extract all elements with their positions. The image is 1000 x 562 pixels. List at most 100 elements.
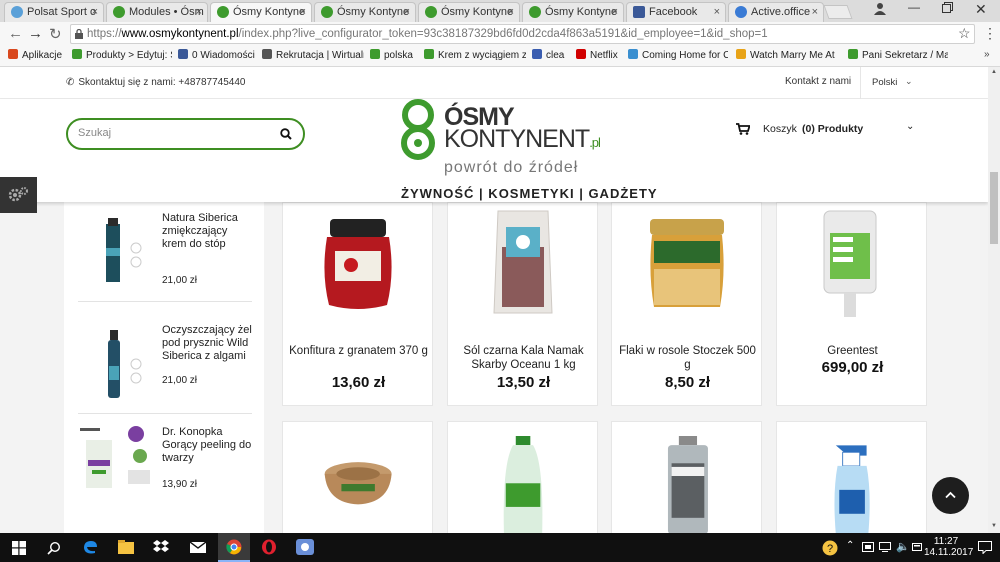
forward-arrow-icon[interactable]: → [28,25,43,42]
reload-icon[interactable]: ↻ [49,25,62,43]
windows-taskbar: ? ⌃ 🔈 11:27 14.11.2017 [0,533,1000,562]
bookmark-label: Produkty > Edytuj: Sc [86,50,172,61]
menu-dots-icon[interactable]: ⋮ [983,25,997,42]
tab-close-icon[interactable]: × [196,3,202,21]
sidebar-product[interactable]: Oczyszczający żel pod prysznic Wild Sibe… [78,314,252,414]
product-card[interactable] [447,421,598,533]
network-icon[interactable] [879,542,891,552]
product-name[interactable]: Flaki w rosole Stoczek 500 g [616,344,759,372]
chrome-taskbar-button[interactable] [218,533,250,562]
tab-close-icon[interactable]: × [812,3,818,21]
chevron-down-icon[interactable]: ⌄ [905,76,913,87]
back-arrow-icon[interactable]: ← [8,25,23,42]
bookmarks-overflow-icon[interactable]: » [984,49,990,60]
product-card[interactable] [776,421,927,533]
tab-title: Ósmy Kontyne [545,6,618,18]
gear-icon [8,187,28,202]
language-select[interactable]: Polski [872,77,897,88]
browser-tab[interactable]: Polsat Sport o × [4,2,104,22]
new-tab-button[interactable] [823,5,853,19]
product-name[interactable]: Sól czarna Kala Namak Skarby Oceanu 1 kg [452,344,595,372]
tab-title: Modules • Ósm [129,6,204,18]
sidebar-product-name[interactable]: Oczyszczający żel pod prysznic Wild Sibe… [162,324,254,363]
windows-start-icon[interactable] [12,541,26,555]
theme-configurator-button[interactable] [0,177,37,213]
chrome-icon [226,539,242,555]
close-window-icon[interactable]: ✕ [975,1,987,18]
bookmark-item[interactable]: clea [532,49,572,61]
tab-close-icon[interactable]: × [612,3,618,21]
category-menu[interactable]: ŻYWNOŚĆ | KOSMETYKI | GADŻETY [401,186,658,201]
edge-browser-icon[interactable] [82,539,98,555]
search-icon[interactable] [47,541,61,555]
browser-tab-active[interactable]: Ósmy Kontyne × [210,2,312,22]
product-card[interactable]: Sól czarna Kala Namak Skarby Oceanu 1 kg… [447,202,598,406]
bookmark-item[interactable]: Krem z wyciągiem z p [424,49,526,61]
help-icon[interactable]: ? [822,540,838,556]
search-icon[interactable] [280,128,292,140]
notification-icon[interactable] [978,541,992,554]
search-input[interactable]: Szukaj [78,127,111,139]
product-card[interactable] [282,421,433,533]
tab-title: Polsat Sport o [27,6,97,18]
tray-expand-icon[interactable]: ⌃ [846,540,854,551]
product-name[interactable]: Konfitura z granatem 370 g [287,344,430,358]
tab-close-icon[interactable]: × [404,3,410,21]
logo-tagline: powrót do źródeł [444,159,579,176]
sidebar-product[interactable]: Dr. Konopka Gorący peeling do twarzy 13,… [78,416,252,516]
file-explorer-icon[interactable] [118,540,134,554]
product-card[interactable]: Greentest 699,00 zł [776,202,927,406]
taskbar-clock[interactable]: 11:27 14.11.2017 [924,536,973,558]
bookmark-item[interactable]: Produkty > Edytuj: Sc [72,49,172,61]
maximize-icon[interactable] [942,2,953,16]
profile-icon[interactable] [874,2,886,19]
url-input[interactable]: https://www.osmykontynent.pl/index.php?l… [70,24,975,44]
scroll-down-arrow-icon[interactable]: ▼ [991,523,997,529]
minimize-icon[interactable]: — [908,0,920,14]
tray-app-icon[interactable] [862,542,874,552]
scrollbar-thumb[interactable] [990,172,998,244]
product-card[interactable]: Konfitura z granatem 370 g 13,60 zł [282,202,433,406]
logo-text-line2[interactable]: KONTYNENT.pl [444,125,601,154]
app-icon[interactable] [296,539,314,555]
page-viewport: ✆ Skontaktuj się z nami: +48787745440 Kon… [0,67,988,533]
mail-icon[interactable] [190,542,206,553]
bookmark-star-icon[interactable]: ☆ [958,25,971,42]
cart-widget[interactable]: Koszyk (0) Produkty ⌄ [736,121,916,137]
logo-eight-icon[interactable] [401,99,435,161]
sidebar-product-name[interactable]: Natura Siberica zmiękczający krem do stó… [162,212,254,251]
tab-close-icon[interactable]: × [508,3,514,21]
page-scrollbar[interactable]: ▲ ▼ [988,67,1000,533]
bookmark-item[interactable]: polska [370,49,420,61]
bookmark-item[interactable]: Netflix [576,49,624,61]
keyboard-icon[interactable] [912,543,922,551]
product-card[interactable] [611,421,762,533]
tab-close-icon[interactable]: × [300,3,306,21]
address-bar: ← → ↻ https://www.osmykontynent.pl/index… [0,22,1000,46]
bookmark-item[interactable]: 0 Wiadomości [178,49,258,61]
bookmark-item[interactable]: Pani Sekretarz / Madi [848,49,948,61]
tab-close-icon[interactable]: × [92,3,98,21]
bookmark-item[interactable]: Rekrutacja | Wirtualn [262,49,364,61]
contact-link[interactable]: Kontakt z nami [785,76,851,87]
bookmark-item[interactable]: Aplikacje [8,49,66,61]
tab-close-icon[interactable]: × [714,3,720,21]
browser-tab[interactable]: Ósmy Kontyne × [522,2,624,22]
browser-tab[interactable]: Ósmy Kontyne × [314,2,416,22]
browser-tab[interactable]: Modules • Ósm × [106,2,208,22]
bookmark-item[interactable]: Coming Home for Ch [628,49,728,61]
product-name[interactable]: Greentest [781,344,924,358]
sidebar-product-name[interactable]: Dr. Konopka Gorący peeling do twarzy [162,426,254,465]
dropbox-icon[interactable] [153,540,169,555]
browser-tab[interactable]: Active.office × [728,2,824,22]
bookmark-item[interactable]: Watch Marry Me At C [736,49,836,61]
product-card[interactable]: Flaki w rosole Stoczek 500 g 8,50 zł [611,202,762,406]
back-to-top-button[interactable] [932,477,969,514]
opera-icon[interactable] [261,539,277,555]
browser-tab[interactable]: Facebook × [626,2,726,22]
search-box[interactable]: Szukaj [66,118,305,150]
browser-tab[interactable]: Ósmy Kontyne × [418,2,520,22]
volume-icon[interactable]: 🔈 [896,540,910,553]
sidebar-product[interactable]: Natura Siberica zmiękczający krem do stó… [78,202,252,302]
scroll-up-arrow-icon[interactable]: ▲ [991,69,997,75]
